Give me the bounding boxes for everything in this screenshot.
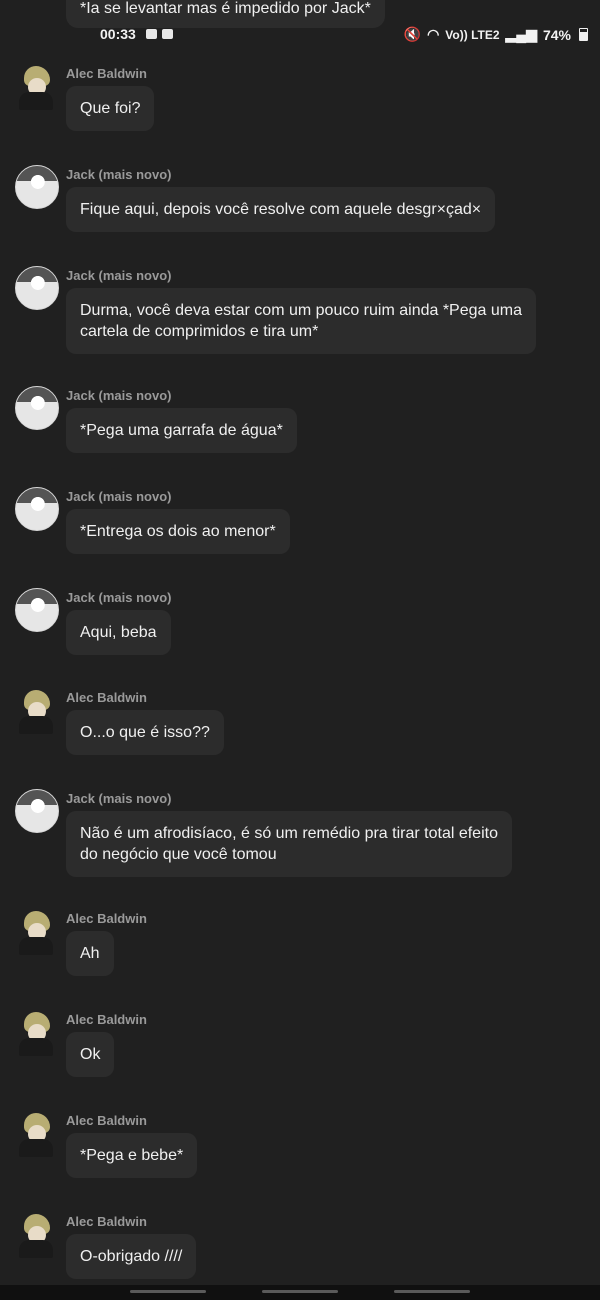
jack-avatar[interactable]	[15, 588, 59, 632]
message-author: Jack (mais novo)	[66, 388, 172, 403]
nav-recents-button[interactable]	[130, 1290, 206, 1293]
message-author: Alec Baldwin	[66, 911, 147, 926]
nav-home-button[interactable]	[262, 1290, 338, 1293]
alec-avatar[interactable]	[15, 1012, 59, 1056]
message-author: Jack (mais novo)	[66, 268, 172, 283]
message-author: Jack (mais novo)	[66, 167, 172, 182]
battery-percent: 74%	[542, 26, 571, 43]
message-author: Alec Baldwin	[66, 1214, 147, 1229]
jack-avatar[interactable]	[15, 789, 59, 833]
mute-icon: 🔇	[403, 26, 422, 42]
message-bubble[interactable]: O...o que é isso??	[66, 710, 224, 755]
message-bubble[interactable]: Durma, você deva estar com um pouco ruim…	[66, 288, 536, 354]
alec-avatar[interactable]	[15, 1214, 59, 1258]
message-bubble[interactable]: *Pega uma garrafa de água*	[66, 408, 297, 453]
alec-avatar[interactable]	[15, 1113, 59, 1157]
jack-avatar[interactable]	[15, 487, 59, 531]
jack-avatar[interactable]	[15, 386, 59, 430]
alec-avatar[interactable]	[15, 690, 59, 734]
wifi-icon: ◠	[427, 26, 440, 42]
status-time: 00:33	[100, 26, 136, 42]
partial-message-text: *Ia se levantar mas é impedido por Jack*	[80, 0, 371, 17]
jack-avatar[interactable]	[15, 266, 59, 310]
message-bubble[interactable]: Aqui, beba	[66, 610, 171, 655]
message-author: Alec Baldwin	[66, 1113, 147, 1128]
jack-avatar[interactable]	[15, 165, 59, 209]
network-indicator: Vo)) LTE2	[445, 27, 500, 42]
message-author: Alec Baldwin	[66, 66, 147, 81]
notification-icons	[146, 29, 173, 39]
message-author: Jack (mais novo)	[66, 791, 172, 806]
message-bubble[interactable]: Que foi?	[66, 86, 155, 131]
status-bar: 00:33 🔇 ◠ Vo)) LTE2 ▂▄▆ 74%	[0, 24, 600, 46]
signal-icon: ▂▄▆	[505, 26, 537, 42]
message-bubble[interactable]: *Pega e bebe*	[66, 1133, 198, 1178]
alec-avatar[interactable]	[15, 66, 59, 110]
battery-icon	[579, 28, 588, 41]
message-bubble[interactable]: Não é um afrodisíaco, é só um remédio pr…	[66, 811, 512, 877]
message-author: Alec Baldwin	[66, 1012, 147, 1027]
message-bubble[interactable]: Fique aqui, depois você resolve com aque…	[66, 187, 496, 232]
message-bubble[interactable]: *Entrega os dois ao menor*	[66, 509, 290, 554]
message-bubble[interactable]: Ah	[66, 931, 114, 976]
alec-avatar[interactable]	[15, 911, 59, 955]
message-author: Jack (mais novo)	[66, 489, 172, 504]
message-bubble[interactable]: Ok	[66, 1032, 115, 1077]
app-notification-icon	[162, 29, 173, 39]
nav-back-button[interactable]	[394, 1290, 470, 1293]
image-notification-icon	[146, 29, 157, 39]
message-author: Jack (mais novo)	[66, 590, 172, 605]
message-author: Alec Baldwin	[66, 690, 147, 705]
status-right: 🔇 ◠ Vo)) LTE2 ▂▄▆ 74%	[404, 26, 588, 43]
message-bubble[interactable]: O-obrigado ////	[66, 1234, 197, 1279]
